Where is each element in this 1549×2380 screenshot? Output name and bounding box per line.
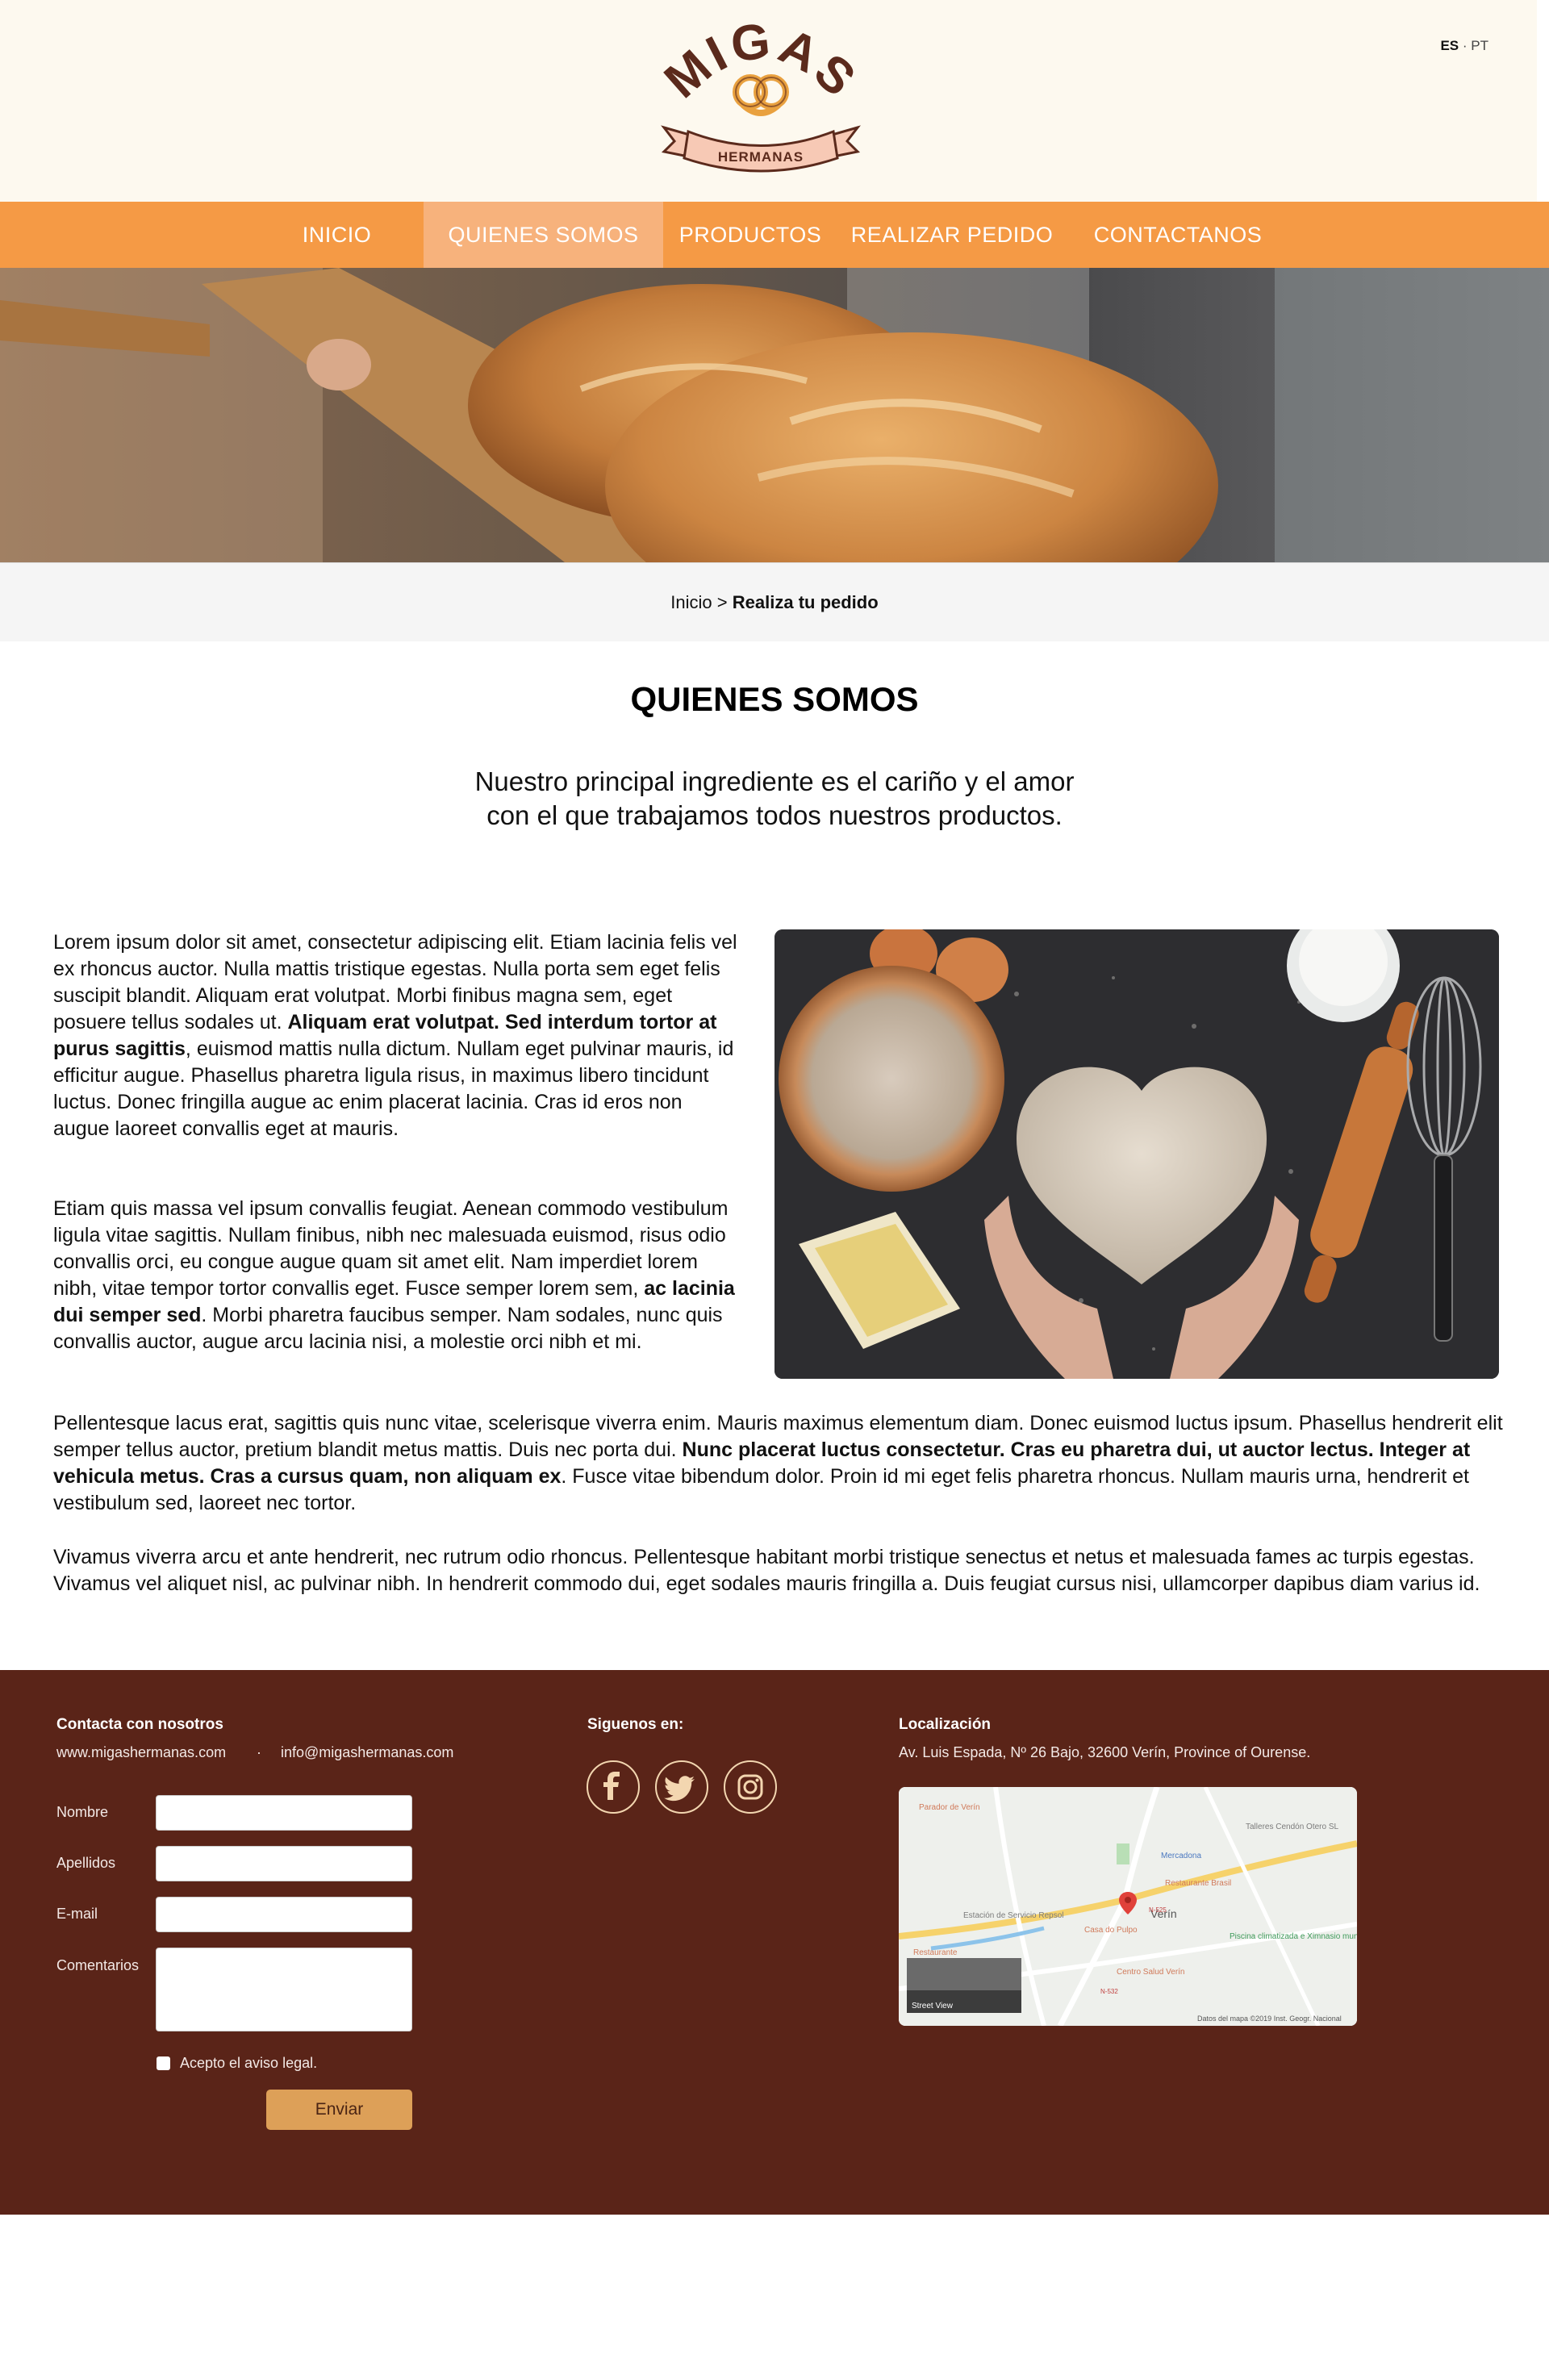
map-street-view: Street View [912,2002,954,2010]
language-switcher: ES · PT [1440,38,1488,54]
page-subtitle: Nuestro principal ingrediente es el cari… [411,765,1138,833]
map-label-talleres: Talleres Cendón Otero SL [1246,1823,1339,1831]
hero-bread-image [0,268,1549,562]
nav-item-productos[interactable]: PRODUCTOS [678,202,823,268]
migas-hermanas-logo[interactable]: MIGAS HERMANAS [660,23,862,184]
site-header: MIGAS HERMANAS ES · PT [0,0,1537,202]
legal-checkbox-label: Acepto el aviso legal. [180,2055,318,2071]
map-label-parador: Parador de Verín [919,1803,980,1812]
submit-button[interactable]: Enviar [266,2090,412,2130]
legal-checkbox[interactable] [157,2056,170,2070]
map-label-restaurante: Restaurante [913,1948,958,1957]
name-input[interactable] [156,1795,412,1831]
nav-item-inicio[interactable]: INICIO [274,202,399,268]
breadcrumb-separator: > [716,592,728,612]
lang-separator: · [1462,38,1468,53]
paragraph-3: Pellentesque lacus erat, sagittis quis n… [53,1412,1503,1514]
subtitle-line-2: con el que trabajamos todos nuestros pro… [486,800,1063,830]
surname-input[interactable] [156,1846,412,1881]
breadcrumb: Inicio > Realiza tu pedido [0,592,1549,613]
comments-label: Comentarios [56,1957,140,1973]
subtitle-line-1: Nuestro principal ingrediente es el cari… [474,766,1075,796]
nav-item-quienes-somos[interactable]: QUIENES SOMOS [424,202,663,268]
social-heading: Siguenos en: [587,1716,684,1733]
address-text: Av. Luis Espada, Nº 26 Bajo, 32600 Verín… [899,1744,1311,1760]
map-label-centro-salud: Centro Salud Verín [1117,1968,1185,1977]
map-attribution: Datos del mapa ©2019 Inst. Geogr. Nacion… [1197,2015,1342,2023]
paragraph-4: Vivamus viverra arcu et ante hendrerit, … [53,1546,1480,1595]
map-label-estacion: Estación de Servicio Repsol [963,1911,1064,1920]
map-label-piscina: Piscina climatizada e Ximnasio municipal [1230,1932,1357,1941]
nav-item-realizar-pedido[interactable]: REALIZAR PEDIDO [843,202,1061,268]
email-link[interactable]: info@migashermanas.com [281,1744,453,1761]
location-map[interactable]: Parador de Verín Talleres Cendón Otero S… [899,1787,1357,2026]
contact-separator: · [257,1744,261,1760]
twitter-icon[interactable] [655,1760,708,1814]
email-label: E-mail [56,1906,98,1922]
heart-dough-photo [774,929,1499,1379]
map-label-road-n532: N-532 [1100,1988,1118,1995]
website-link[interactable]: www.migashermanas.com [56,1744,226,1761]
map-label-casa-pulpo: Casa do Pulpo [1084,1926,1138,1935]
map-label-mercadona: Mercadona [1161,1852,1201,1860]
facebook-icon[interactable] [587,1760,640,1814]
location-heading: Localización [899,1716,992,1733]
nav-item-contactanos[interactable]: CONTACTANOS [1081,202,1275,268]
ribbon-banner: HERMANAS [661,125,861,173]
instagram-icon[interactable] [724,1760,777,1814]
name-label: Nombre [56,1804,109,1820]
lang-es[interactable]: ES [1440,38,1459,53]
map-label-road-n525: N-525 [1149,1906,1167,1914]
svg-text:HERMANAS: HERMANAS [718,149,804,165]
breadcrumb-home[interactable]: Inicio [670,592,712,612]
surname-label: Apellidos [56,1855,116,1871]
main-nav: INICIO QUIENES SOMOS PRODUCTOS REALIZAR … [0,202,1549,268]
contact-heading: Contacta con nosotros [56,1716,223,1733]
pretzel-icon [733,74,789,116]
page-title: QUIENES SOMOS [630,680,919,718]
lang-pt[interactable]: PT [1471,38,1488,53]
breadcrumb-current: Realiza tu pedido [732,592,879,612]
paragraph-1: Lorem ipsum dolor sit amet, consectetur … [53,931,737,1140]
comments-textarea[interactable] [156,1948,412,2031]
map-label-restaurante-brasil: Restaurante Brasil [1165,1879,1231,1888]
breadcrumb-bar: Inicio > Realiza tu pedido [0,562,1549,641]
paragraph-2: Etiam quis massa vel ipsum convallis feu… [53,1197,735,1353]
email-input[interactable] [156,1897,412,1932]
